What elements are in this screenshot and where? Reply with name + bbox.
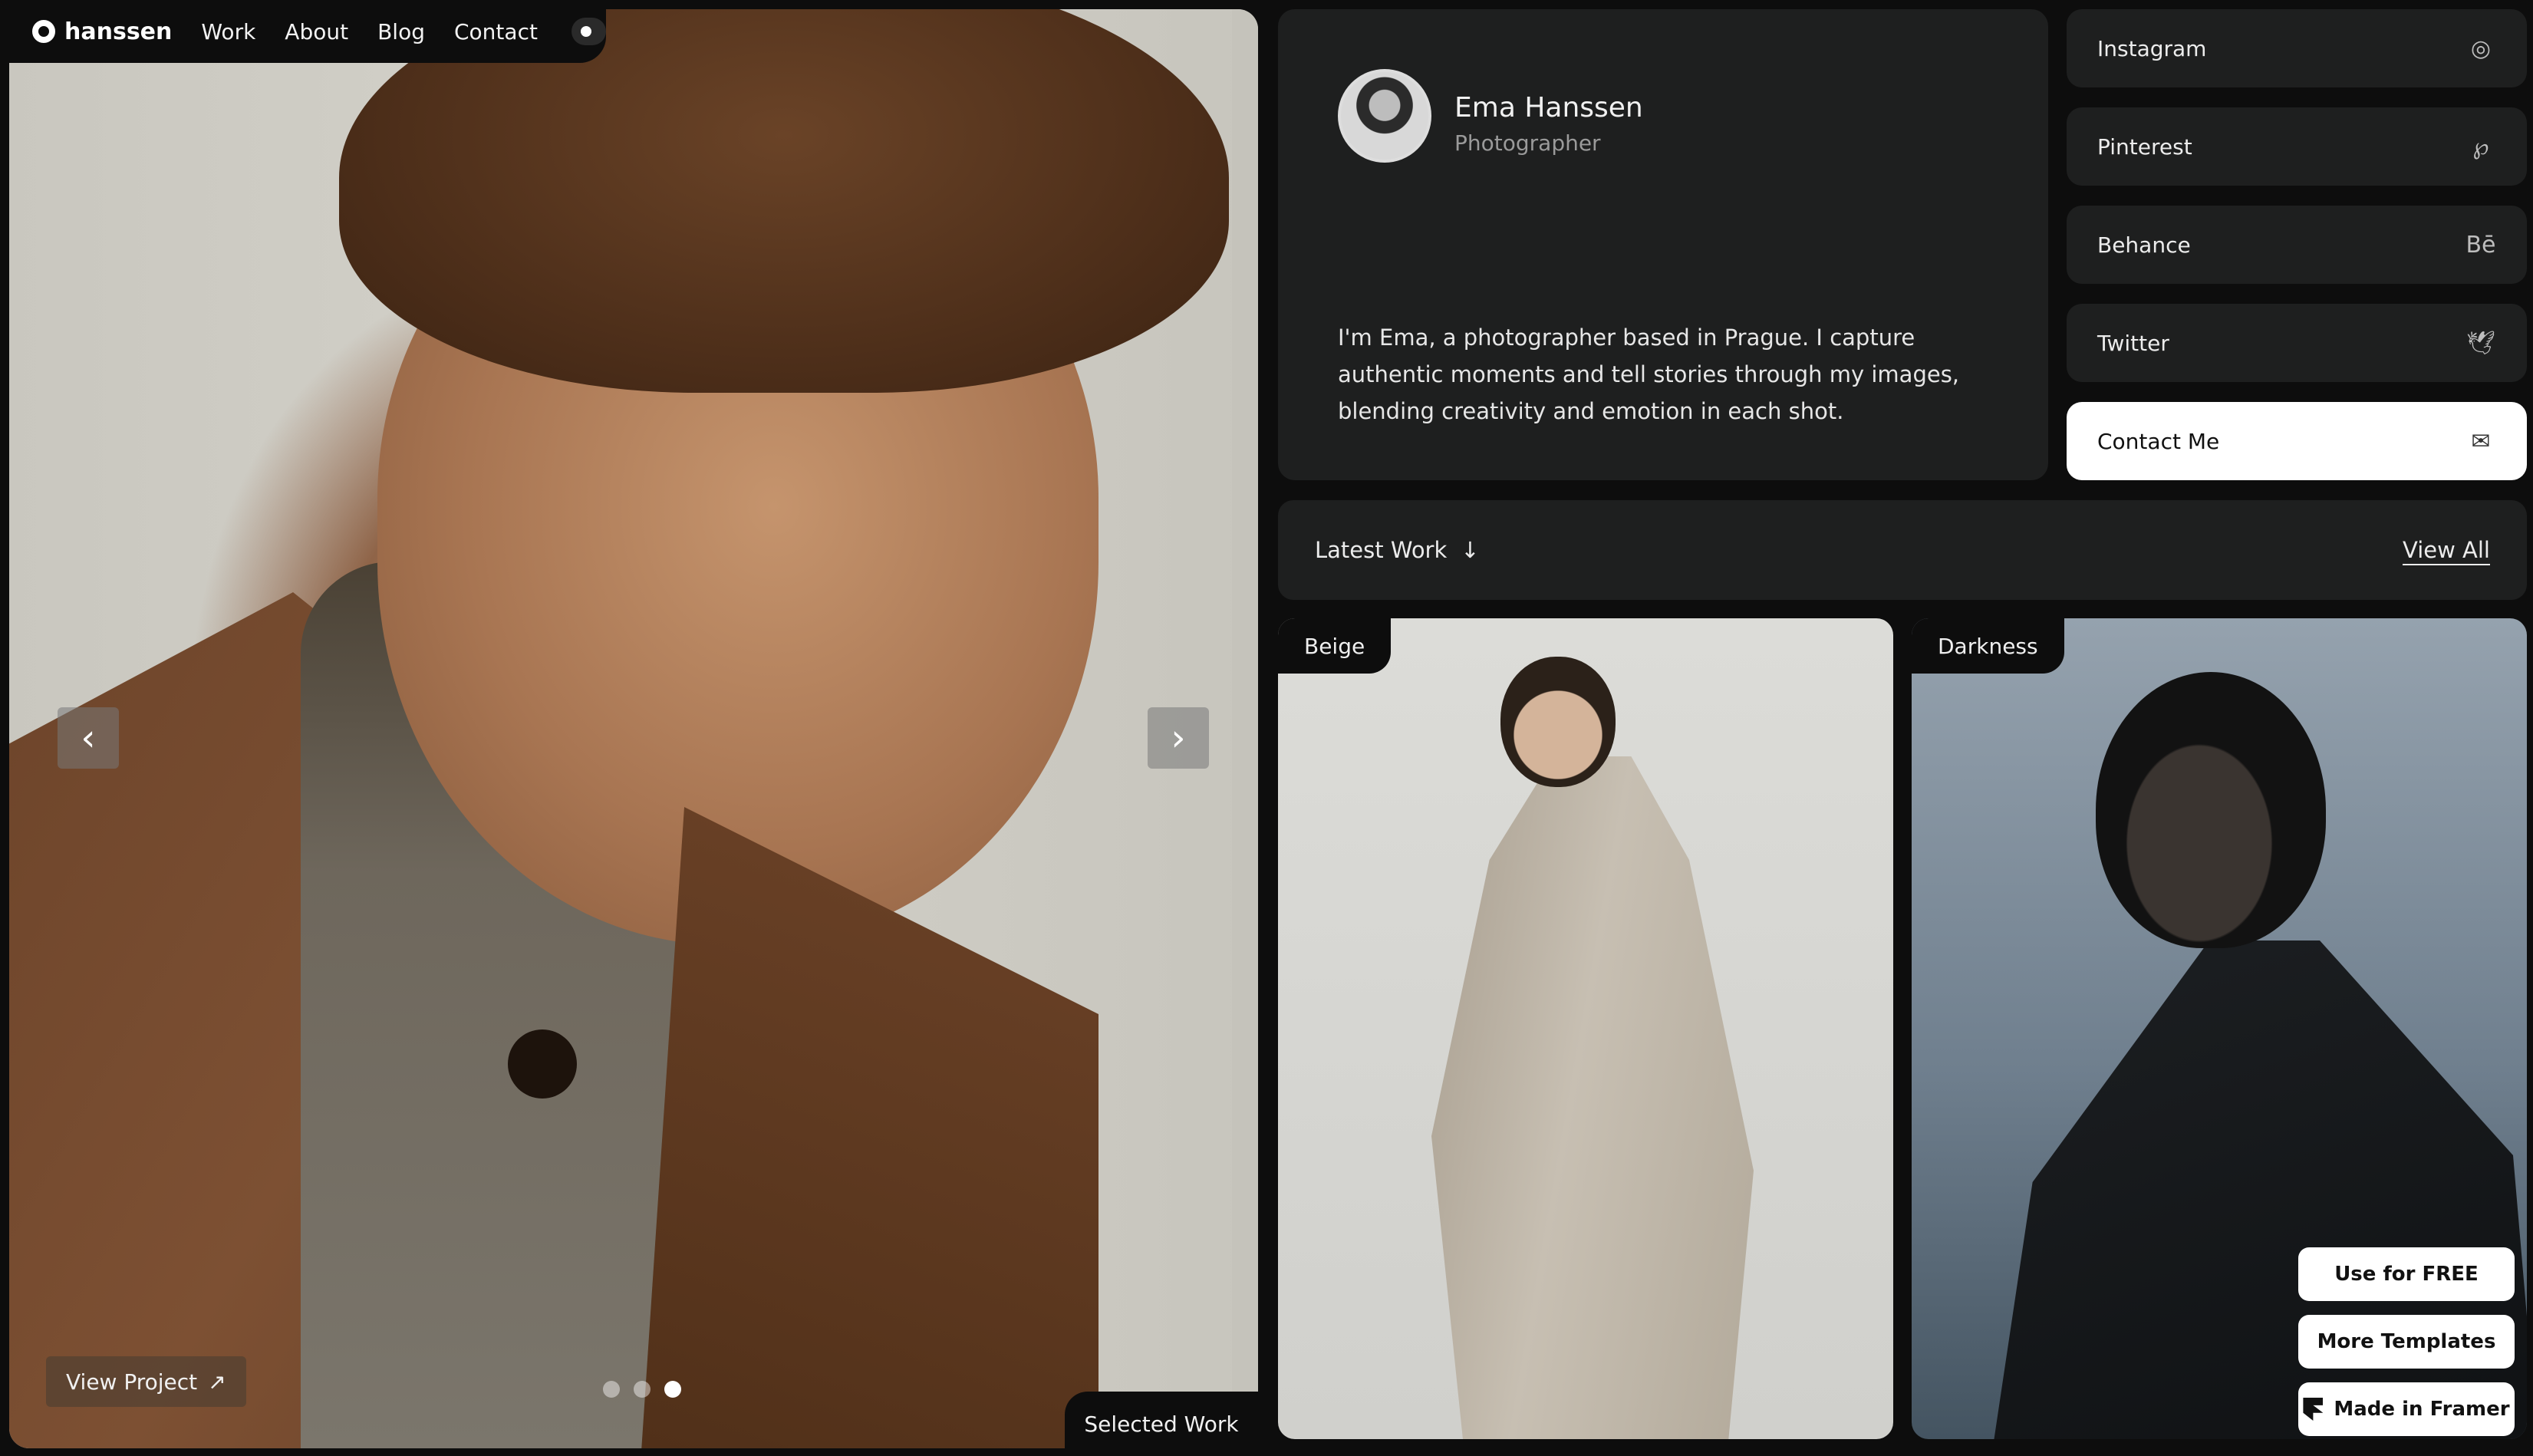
work-title: Beige: [1278, 618, 1392, 674]
social-link-behance[interactable]: Behance Bē: [2067, 206, 2527, 284]
made-in-framer-button[interactable]: Made in Framer: [2298, 1382, 2515, 1436]
contact-me-button[interactable]: Contact Me ✉: [2067, 402, 2527, 480]
view-project-label: View Project: [66, 1369, 198, 1395]
work-title: Darkness: [1912, 618, 2064, 674]
brand-name: hanssen: [64, 18, 173, 45]
arrow-up-right-icon: ↗: [208, 1369, 226, 1395]
twitter-icon: 🕊: [2465, 329, 2496, 357]
nav-link-contact[interactable]: Contact: [454, 19, 538, 44]
logo-ring-icon: [32, 20, 55, 43]
framer-logo-icon: [2303, 1398, 2324, 1421]
more-templates-button[interactable]: More Templates: [2298, 1315, 2515, 1369]
work-card-beige[interactable]: Beige: [1278, 618, 1893, 1439]
made-in-framer-label: Made in Framer: [2334, 1398, 2510, 1421]
social-label: Twitter: [2097, 330, 2169, 356]
slide-dot[interactable]: [634, 1381, 651, 1398]
social-link-instagram[interactable]: Instagram ◎: [2067, 9, 2527, 87]
latest-work-label: Latest Work: [1315, 537, 1448, 563]
selected-work-label: Selected Work: [1065, 1392, 1258, 1456]
hero-photo-hair: [339, 9, 1229, 393]
brand-logo[interactable]: hanssen: [32, 18, 172, 45]
profile-role: Photographer: [1454, 130, 1601, 156]
latest-work-heading: Latest Work ↓: [1315, 537, 1480, 563]
instagram-icon: ◎: [2470, 35, 2492, 62]
social-label: Instagram: [2097, 35, 2207, 61]
view-all-link[interactable]: View All: [2403, 537, 2490, 563]
mail-icon: ✉: [2471, 427, 2491, 455]
nav-link-about[interactable]: About: [285, 19, 348, 44]
social-link-twitter[interactable]: Twitter 🕊: [2067, 304, 2527, 382]
social-link-pinterest[interactable]: Pinterest ℘: [2067, 107, 2527, 186]
hero-next-slide-peek: [1232, 9, 1258, 1448]
pinterest-icon: ℘: [2472, 133, 2489, 160]
view-project-button[interactable]: View Project ↗: [46, 1356, 246, 1407]
profile-name: Ema Hanssen: [1454, 92, 1643, 124]
hero-photo-coat-button: [508, 1029, 577, 1099]
nav-link-blog[interactable]: Blog: [377, 19, 425, 44]
use-for-free-button[interactable]: Use for FREE: [2298, 1247, 2515, 1301]
hero-photo-coat-right: [638, 807, 1099, 1448]
theme-toggle[interactable]: [571, 18, 606, 45]
arrow-down-icon: ↓: [1461, 537, 1480, 563]
next-slide-button[interactable]: ›: [1148, 707, 1209, 769]
behance-icon: Bē: [2465, 231, 2496, 259]
top-nav: hanssen Work About Blog Contact: [0, 0, 606, 63]
social-label: Pinterest: [2097, 133, 2192, 160]
profile-card: Ema Hanssen Photographer I'm Ema, a phot…: [1278, 9, 2048, 480]
work-photo-head: [2096, 672, 2326, 948]
chevron-left-icon: ‹: [81, 716, 96, 759]
profile-bio: I'm Ema, a photographer based in Prague.…: [1338, 324, 1960, 424]
social-label: Behance: [2097, 232, 2191, 258]
slide-dot-active[interactable]: [664, 1381, 681, 1398]
nav-link-work[interactable]: Work: [201, 19, 255, 44]
latest-work-bar: Latest Work ↓ View All: [1278, 500, 2527, 600]
slide-dot[interactable]: [603, 1381, 620, 1398]
hero-slideshow[interactable]: ‹ › View Project ↗: [9, 9, 1258, 1448]
social-label: Contact Me: [2097, 428, 2220, 454]
toggle-knob: [580, 26, 591, 37]
work-photo-head: [1500, 657, 1616, 787]
prev-slide-button[interactable]: ‹: [58, 707, 119, 769]
avatar: [1338, 69, 1431, 163]
slide-indicators: [603, 1381, 681, 1398]
chevron-right-icon: ›: [1171, 716, 1186, 759]
work-photo-figure: [1431, 756, 1754, 1439]
